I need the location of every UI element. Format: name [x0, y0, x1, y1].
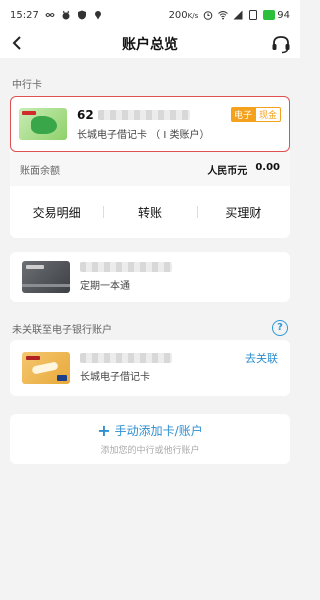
pin-icon	[94, 11, 101, 20]
chevron-left-icon	[12, 36, 21, 50]
add-card-subtitle: 添加您的中行或他行账户	[100, 446, 200, 456]
debit-card-image	[19, 108, 67, 140]
back-button[interactable]	[8, 33, 28, 53]
primary-card-panel: 62 长城电子借记卡 （ I 类账户） 电子 现金 账面余额 人民币元 0.00…	[10, 96, 290, 238]
customer-service-button[interactable]	[270, 34, 292, 54]
status-time: 15:27	[10, 9, 39, 21]
card-name: 长城电子借记卡 （ I 类账户）	[77, 129, 210, 141]
battery-indicator: 94	[263, 10, 290, 21]
passbook-image	[22, 261, 70, 293]
account-name: 定期一本通	[80, 281, 130, 292]
link-account-button[interactable]: 去关联	[245, 350, 278, 366]
shield-icon	[77, 10, 86, 20]
transfer-button[interactable]: 转账	[103, 204, 196, 221]
page-title: 账户总览	[122, 37, 178, 53]
balance-label: 账面余额	[20, 165, 60, 177]
add-card-button[interactable]: + 手动添加卡/账户 添加您的中行或他行账户	[10, 414, 290, 464]
help-icon[interactable]: ?	[272, 320, 288, 336]
primary-card-row[interactable]: 62 长城电子借记卡 （ I 类账户） 电子 现金	[10, 96, 290, 152]
unlinked-card-number-masked	[80, 353, 172, 363]
card-number-prefix: 62	[77, 107, 94, 122]
battery-icon	[263, 10, 276, 20]
nav-bar: 账户总览	[0, 30, 300, 58]
buy-wealth-product-button[interactable]: 买理财	[196, 204, 290, 221]
section-label-bank-cards: 中行卡	[12, 80, 42, 91]
time-deposit-account-row[interactable]: 定期一本通	[10, 252, 290, 302]
alarm-icon	[203, 11, 213, 20]
sim-icon	[249, 10, 258, 20]
tag-electronic: 电子	[230, 107, 255, 122]
unlinked-card-row: 长城电子借记卡 去关联	[10, 340, 290, 396]
wifi-icon	[218, 11, 229, 20]
card-number-masked	[97, 109, 190, 120]
currency-label: 人民币元	[207, 165, 248, 177]
card-actions: 交易明细 转账 买理财	[10, 192, 290, 232]
signal-icon	[233, 10, 243, 20]
account-number-masked	[80, 262, 172, 272]
unlinked-card-name: 长城电子借记卡	[80, 372, 150, 383]
add-card-title: 手动添加卡/账户	[114, 424, 203, 438]
gold-card-image	[22, 352, 70, 384]
network-speed: 200K/s	[168, 9, 199, 21]
plus-icon: +	[97, 420, 111, 440]
tag-cash: 现金	[254, 107, 281, 122]
cat-icon	[62, 10, 70, 20]
transaction-details-button[interactable]: 交易明细	[10, 204, 103, 221]
infinity-icon	[45, 13, 55, 17]
section-label-unlinked: 未关联至电子银行账户	[12, 324, 112, 336]
balance-row: 账面余额 人民币元 0.00	[10, 152, 290, 186]
headset-icon	[272, 36, 290, 54]
unlinked-section-header: 未关联至电子银行账户 ?	[12, 320, 288, 336]
card-tags: 电子 现金	[230, 107, 281, 122]
balance-value: 0.00	[255, 161, 280, 173]
status-bar: 15:27 200K/s 94	[0, 0, 300, 30]
